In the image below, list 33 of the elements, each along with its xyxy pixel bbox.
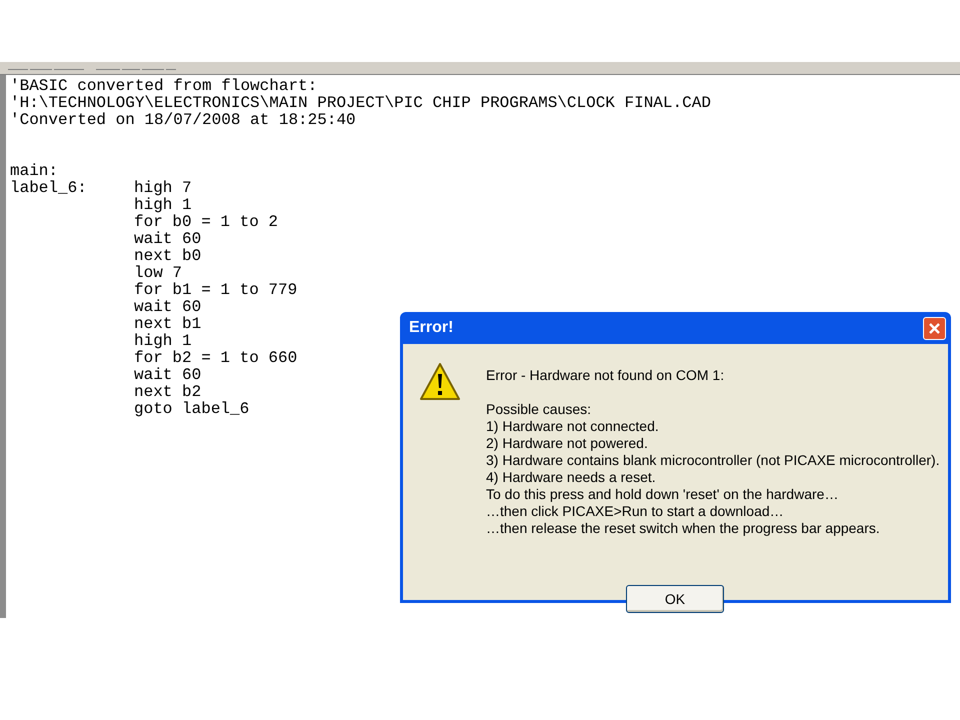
message-line: 4) Hardware needs a reset.	[486, 469, 657, 486]
code-comment: 'H:\TECHNOLOGY\ELECTRONICS\MAIN PROJECT\PIC CHIP PROGRAMS\CLOCK FINAL.CAD	[10, 95, 712, 112]
code-statement: for b1 = 1 to 779	[134, 282, 298, 299]
code-label: main:	[10, 163, 60, 180]
code-statement: next b0	[134, 248, 202, 265]
message-line: …then click PICAXE>Run to start a download…	[486, 503, 785, 520]
code-statement: for b0 = 1 to 2	[134, 214, 278, 231]
code-label: label_6:	[10, 180, 88, 197]
code-statement: wait 60	[134, 367, 202, 384]
ok-button[interactable]: OK	[626, 585, 724, 613]
error-message: Error - Hardware not found on COM 1:	[486, 367, 726, 384]
code-comment: 'Converted on 18/07/2008 at 18:25:40	[10, 112, 357, 129]
code-statement: high 1	[134, 197, 192, 214]
message-line: To do this press and hold down 'reset' on the hardware…	[486, 486, 840, 503]
code-statement: next b1	[134, 316, 202, 333]
close-icon	[928, 322, 941, 334]
close-button[interactable]	[923, 316, 946, 340]
code-statement: wait 60	[134, 299, 202, 316]
code-statement: high 7	[134, 180, 192, 197]
code-statement: goto label_6	[134, 401, 250, 418]
message-line: …then release the reset switch when the progress bar appears.	[486, 520, 881, 537]
message-line: 1) Hardware not connected.	[486, 418, 660, 435]
code-statement: for b2 = 1 to 660	[134, 350, 298, 367]
code-statement: low 7	[134, 265, 182, 282]
warning-icon	[419, 362, 461, 402]
code-statement: high 1	[134, 333, 192, 350]
code-comment: 'BASIC converted from flowchart:	[10, 78, 318, 95]
code-statement: next b2	[134, 384, 202, 401]
message-line: 3) Hardware contains blank microcontroller (not PICAXE microcontroller).	[486, 452, 940, 469]
message-line: Possible causes:	[486, 401, 592, 418]
message-line: 2) Hardware not powered.	[486, 435, 649, 452]
dialog-title: Error!	[409, 318, 454, 338]
code-statement: wait 60	[134, 231, 202, 248]
